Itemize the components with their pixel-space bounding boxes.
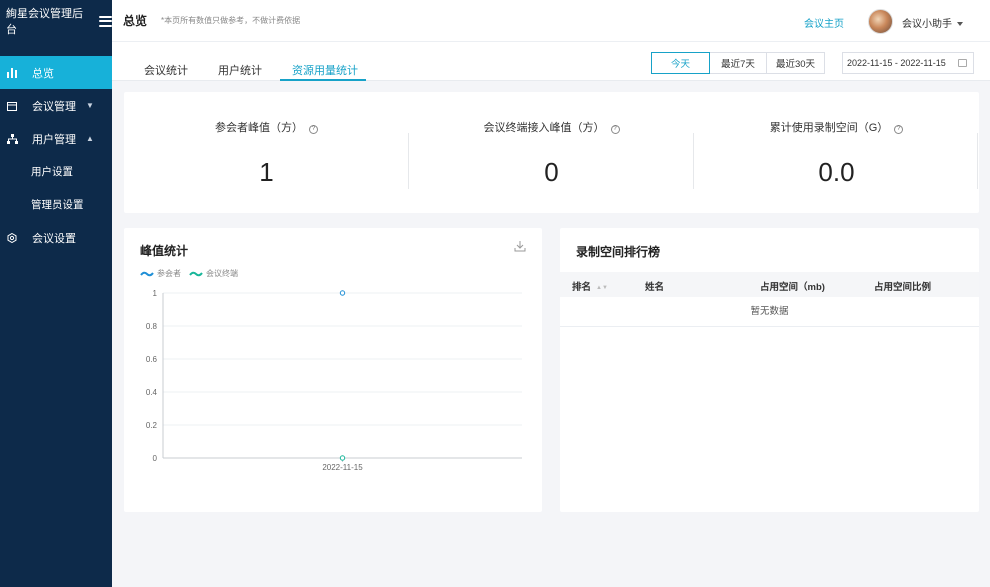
peak-chart: 0 0.2 0.4 0.6 0.8 1 2022-11-15 [146,289,522,472]
recording-ranking-card: 录制空间排行榜 排名 ▲▼ 姓名 占用空间（mb) 占用空间比例 暂无数据 [560,228,979,512]
table-header: 排名 ▲▼ 姓名 占用空间（mb) 占用空间比例 [560,272,979,297]
stat-terminal-peak: 会议终端接入峰值（方）? 0 [409,92,694,213]
tab-user-stats[interactable]: 用户统计 [218,62,262,78]
help-icon[interactable]: ? [894,125,904,134]
peak-chart-card: 峰值统计 参会者 会议终端 0 0.2 0.4 0.6 0.8 1 2022-11-15 [124,228,542,512]
page-title: 总览 [123,14,148,28]
help-icon[interactable]: ? [610,125,620,134]
sidebar-item-label: 用户管理 [32,133,76,146]
stat-value: 0.0 [818,157,855,187]
stat-participant-peak: 参会者峰值（方）? 1 [124,92,409,213]
sidebar-item-meeting-management[interactable]: 会议管理 ▼ [0,89,112,122]
chevron-down-icon: ▼ [86,101,94,110]
sidebar-item-label: 用户设置 [31,166,73,178]
data-point-terminals [339,455,346,461]
sidebar-item-user-management[interactable]: 用户管理 ▲ [0,122,112,155]
tab-resource-stats[interactable]: 资源用量统计 [292,62,358,78]
x-tick-label: 2022-11-15 [322,463,363,472]
sidebar-item-label: 总览 [32,67,54,80]
sidebar-item-label: 会议管理 [32,100,76,113]
divider [977,133,978,189]
username: 会议小助手 [902,19,952,30]
app-title: 絢星会议管理后台 [6,8,83,36]
settings-icon [6,232,18,244]
sidebar-item-meeting-settings[interactable]: 会议设置 [0,221,112,254]
sidebar-nav: 总览 会议管理 ▼ 用户管理 ▲ 用户设置 管理员设置 会议设置 [0,56,112,254]
range-30days-button[interactable]: 最近30天 [766,52,825,74]
date-range-value: 2022-11-15 - 2022-11-15 [847,58,946,68]
column-rank[interactable]: 排名 ▲▼ [572,279,608,293]
range-selector: 今天 最近7天 最近30天 [651,52,825,74]
page-note: *本页所有数值只做参考，不做计费依据 [161,16,301,25]
sidebar-item-admin-settings[interactable]: 管理员设置 [0,188,112,221]
column-name: 姓名 [645,282,665,293]
chart-icon [6,67,18,79]
sidebar-item-user-settings[interactable]: 用户设置 [0,155,112,188]
calendar-icon [6,100,18,112]
y-tick-label: 0 [153,454,158,463]
meeting-home-link[interactable]: 会议主页 [804,15,844,30]
brand: 絢星会议管理后台 [0,0,112,42]
sidebar-item-label: 会议设置 [32,232,76,245]
caret-down-icon [957,22,963,27]
stats-card: 参会者峰值（方）? 1 会议终端接入峰值（方）? 0 累计使用录制空间（G）? … [124,92,979,213]
user-menu[interactable]: 会议小助手 [902,15,963,30]
range-7days-button[interactable]: 最近7天 [709,52,767,74]
stat-value: 1 [259,157,274,187]
chevron-up-icon: ▲ [86,134,94,143]
y-tick-label: 0.2 [146,421,158,430]
stat-label: 参会者峰值（方） [215,122,303,134]
sidebar-item-label: 管理员设置 [31,199,84,211]
avatar[interactable] [868,9,893,34]
help-icon[interactable]: ? [309,125,318,134]
column-ratio: 占用空间比例 [874,282,932,293]
sidebar-item-overview[interactable]: 总览 [0,56,112,89]
stat-recording-space: 累计使用录制空间（G）? 0.0 [694,92,979,213]
stat-label: 会议终端接入峰值（方） [483,122,605,134]
y-tick-label: 0.8 [146,322,158,331]
org-icon [6,133,18,145]
y-tick-label: 1 [153,289,158,298]
y-tick-label: 0.4 [146,388,158,397]
stat-value: 0 [544,157,559,187]
active-tab-indicator [280,79,366,81]
empty-row: 暂无数据 [560,297,979,327]
ranking-title: 录制空间排行榜 [576,245,661,259]
y-tick-label: 0.6 [146,355,158,364]
menu-icon[interactable] [99,15,112,27]
stat-label: 累计使用录制空间（G） [769,122,889,134]
header: 总览 *本页所有数值只做参考，不做计费依据 会议主页 会议小助手 [112,0,990,42]
data-point-participants [339,290,346,296]
sort-icon[interactable]: ▲▼ [596,285,608,291]
column-label: 排名 [572,282,592,293]
calendar-icon [958,59,967,67]
range-today-button[interactable]: 今天 [651,52,710,74]
tab-meeting-stats[interactable]: 会议统计 [144,62,188,78]
date-range-picker[interactable]: 2022-11-15 - 2022-11-15 [842,52,974,74]
tab-bar: 会议统计 用户统计 资源用量统计 今天 最近7天 最近30天 2022-11-1… [112,42,990,81]
column-space: 占用空间（mb) [760,282,825,293]
sidebar: 絢星会议管理后台 总览 会议管理 ▼ 用户管理 ▲ 用户设置 管理员设置 会议设… [0,0,112,587]
